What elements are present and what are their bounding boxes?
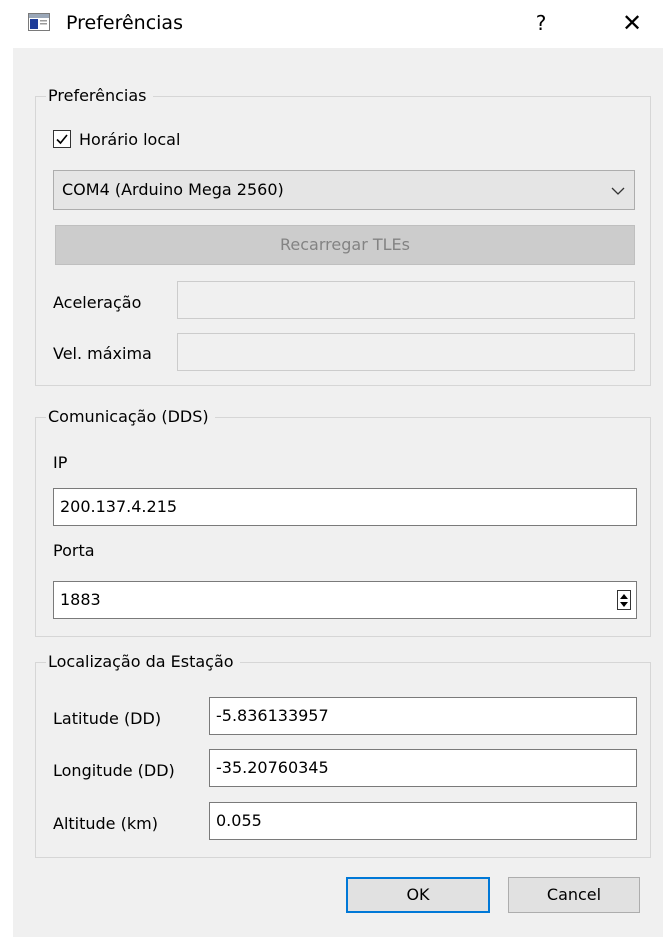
acceleration-label: Aceleração xyxy=(53,293,142,312)
port-label: Porta xyxy=(53,541,95,560)
chevron-down-icon xyxy=(611,187,625,195)
communication-group-title: Comunicação (DDS) xyxy=(46,407,215,427)
close-button[interactable]: ✕ xyxy=(617,8,647,38)
help-button[interactable]: ? xyxy=(527,8,555,38)
altitude-input[interactable]: 0.055 xyxy=(209,802,637,840)
max-velocity-input[interactable] xyxy=(177,333,635,371)
acceleration-input[interactable] xyxy=(177,281,635,319)
spin-up-icon[interactable] xyxy=(620,594,628,599)
port-select-value: COM4 (Arduino Mega 2560) xyxy=(62,180,284,199)
port-value: 1883 xyxy=(60,590,101,609)
ip-label: IP xyxy=(53,453,68,472)
spin-arrows-icon[interactable] xyxy=(617,590,631,610)
window-app-icon xyxy=(28,13,50,31)
title-bar: Preferências ? ✕ xyxy=(0,0,663,48)
spin-down-icon[interactable] xyxy=(620,602,628,607)
preferences-group-title: Preferências xyxy=(46,86,153,106)
latitude-input[interactable]: -5.836133957 xyxy=(209,697,637,735)
cancel-button[interactable]: Cancel xyxy=(508,877,640,913)
max-velocity-label: Vel. máxima xyxy=(53,344,152,363)
longitude-input[interactable]: -35.20760345 xyxy=(209,749,637,787)
local-time-label: Horário local xyxy=(79,130,181,149)
altitude-label: Altitude (km) xyxy=(53,814,158,833)
station-location-group-title: Localização da Estação xyxy=(46,652,240,672)
latitude-label: Latitude (DD) xyxy=(53,709,162,728)
ok-button[interactable]: OK xyxy=(346,877,490,913)
checkbox-box[interactable] xyxy=(53,130,71,148)
ip-input[interactable]: 200.137.4.215 xyxy=(53,488,637,526)
port-select[interactable]: COM4 (Arduino Mega 2560) xyxy=(53,170,635,210)
reload-tles-button[interactable]: Recarregar TLEs xyxy=(55,225,635,265)
port-spinbox[interactable]: 1883 xyxy=(53,581,637,619)
checkmark-icon xyxy=(56,134,68,145)
window-title: Preferências xyxy=(66,12,183,34)
longitude-label: Longitude (DD) xyxy=(53,761,175,780)
